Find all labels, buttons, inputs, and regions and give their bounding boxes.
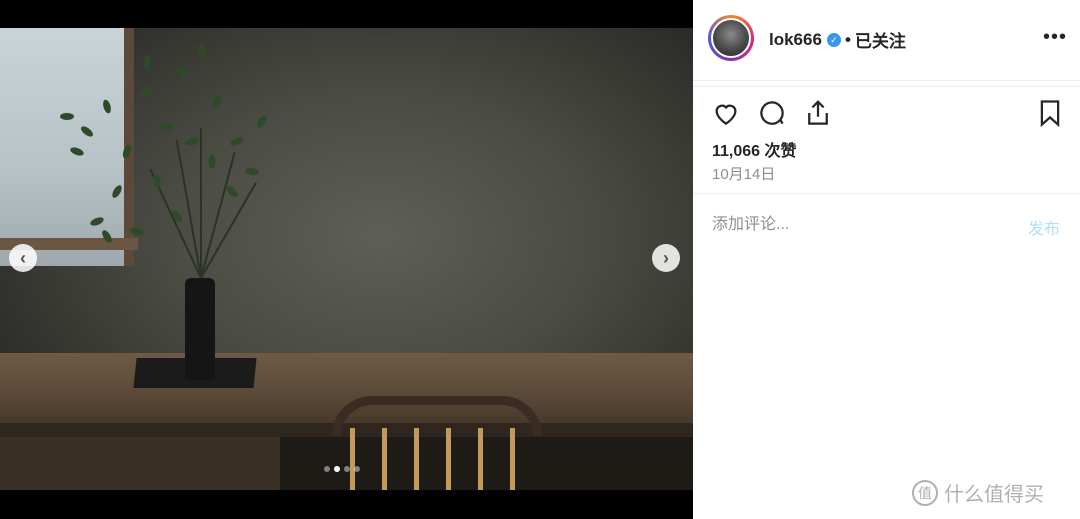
plant-leaf	[184, 136, 200, 147]
carousel-dot	[334, 466, 340, 472]
chair-spindle	[414, 428, 419, 490]
plant-leaf	[174, 64, 190, 79]
separator-dot: •	[844, 29, 851, 49]
carousel-dot	[354, 466, 360, 472]
plant-leaf	[60, 113, 74, 120]
plant-leaf	[210, 93, 224, 110]
post-header: lok666 ✓ • 已关注 •••	[693, 0, 1080, 81]
chair-spindle	[350, 428, 355, 490]
plant-leaf	[197, 43, 207, 60]
plant-leaf	[159, 122, 175, 131]
avatar[interactable]	[711, 18, 751, 58]
post-date[interactable]: 10月14日	[712, 163, 775, 184]
watermark: 值 什么值得买	[912, 478, 1044, 507]
like-button[interactable]	[711, 98, 743, 130]
carousel-dot	[324, 466, 330, 472]
avatar-story-ring[interactable]	[708, 15, 754, 61]
follow-status-button[interactable]: 已关注	[855, 27, 906, 52]
comment-button[interactable]	[757, 98, 789, 130]
chevron-left-icon: ‹	[20, 248, 26, 268]
post-media: ‹ ›	[0, 0, 693, 519]
carousel-next-button[interactable]: ›	[652, 244, 680, 272]
username-link[interactable]: lok666	[769, 30, 822, 50]
carousel-prev-button[interactable]: ‹	[9, 244, 37, 272]
post-comment-button[interactable]: 发布	[1028, 215, 1060, 239]
plant-leaf	[139, 84, 155, 99]
chair-spindle	[446, 428, 451, 490]
more-horizontal-icon: •••	[1043, 26, 1068, 48]
plant-leaf	[208, 154, 216, 169]
chair-spindle	[478, 428, 483, 490]
plant-leaf	[143, 54, 151, 69]
more-options-button[interactable]: •••	[1043, 26, 1067, 49]
plant-stem	[175, 139, 202, 279]
verified-badge-icon: ✓	[826, 32, 841, 47]
plant-leaf	[224, 183, 240, 200]
photo-window	[0, 28, 132, 266]
action-bar	[709, 98, 1069, 132]
carousel-indicator	[324, 466, 360, 472]
chevron-right-icon: ›	[663, 248, 669, 268]
share-button[interactable]	[803, 98, 835, 130]
bookmark-icon	[1040, 100, 1060, 128]
comment-icon	[760, 101, 784, 125]
divider	[693, 193, 1080, 194]
plant-leaf	[255, 113, 269, 130]
share-icon	[808, 100, 828, 125]
likes-count[interactable]: 11,066 次赞	[712, 137, 797, 161]
save-button[interactable]	[1035, 98, 1067, 130]
chair-spindle	[382, 428, 387, 490]
carousel-dot	[344, 466, 350, 472]
username-row: lok666 ✓ • 已关注	[769, 27, 906, 52]
plant-leaf	[244, 166, 260, 177]
watermark-logo-icon: 值	[912, 479, 938, 506]
plant-leaf	[229, 135, 245, 148]
plant-leaf	[169, 208, 185, 225]
photo-cabinet	[0, 437, 280, 490]
photo-vase	[185, 278, 215, 380]
plant-stem	[200, 182, 257, 279]
heart-icon	[715, 104, 737, 125]
post-panel: lok666 ✓ • 已关注 ••• 11,066 次赞 10月14日 发布	[693, 0, 1080, 519]
watermark-text: 什么值得买	[944, 484, 1044, 506]
post-photo	[0, 28, 693, 490]
divider	[693, 86, 1080, 87]
chair-spindle	[510, 428, 515, 490]
plant-stem	[200, 128, 202, 278]
plant-stem	[200, 152, 236, 279]
comment-input[interactable]	[712, 213, 1002, 237]
